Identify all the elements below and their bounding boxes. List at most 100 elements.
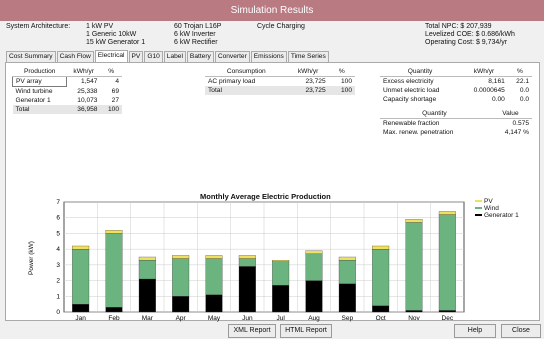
table-row[interactable]: Generator 1 10,073 27 bbox=[13, 96, 123, 105]
bar-segment bbox=[238, 255, 256, 259]
y-tick-label: 1 bbox=[56, 293, 60, 300]
tab-electrical[interactable]: Electrical bbox=[94, 50, 128, 62]
bar-segment bbox=[438, 211, 456, 215]
bar-segment bbox=[72, 303, 90, 313]
col-header: Production bbox=[12, 67, 67, 77]
row-label: Unmet electric load bbox=[383, 87, 440, 94]
bar-segment bbox=[105, 307, 123, 313]
col-header: % bbox=[100, 67, 122, 77]
arch-line-1: 1 kW PV bbox=[86, 23, 114, 30]
tab-label[interactable]: Label bbox=[163, 51, 186, 62]
bar-segment bbox=[205, 258, 223, 295]
help-button[interactable]: Help bbox=[454, 324, 496, 338]
cell-value: 4,147 % bbox=[504, 129, 529, 136]
levelized-coe: Levelized COE: $ 0.686/kWh bbox=[425, 31, 515, 38]
cell-value: 0.0 bbox=[519, 87, 529, 94]
bar-segment bbox=[438, 214, 456, 311]
tab-pv[interactable]: PV bbox=[128, 51, 144, 62]
row-label: Max. renew. penetration bbox=[383, 129, 454, 136]
bar-segment bbox=[372, 248, 390, 306]
cell-value: 100 bbox=[340, 78, 352, 85]
tab-g10[interactable]: G10 bbox=[144, 51, 163, 62]
row-label: Generator 1 bbox=[15, 97, 51, 104]
production-table: Production kWh/yr% PV array 1,547 4 Wind tu… bbox=[11, 67, 123, 114]
tab-battery[interactable]: Battery bbox=[186, 51, 214, 62]
cell-value: 25,338 bbox=[77, 87, 98, 95]
row-label: Total bbox=[205, 86, 288, 95]
cell-value: 100 bbox=[328, 86, 355, 95]
col-header: Value bbox=[488, 109, 532, 119]
table-row[interactable]: PV array 1,547 4 bbox=[11, 76, 123, 87]
bar-segment bbox=[205, 255, 223, 259]
bar-segment bbox=[438, 310, 456, 313]
cell-value: 1,547 bbox=[80, 78, 98, 86]
bar-segment bbox=[205, 294, 223, 313]
bar-segment bbox=[272, 261, 290, 286]
y-tick-label: 6 bbox=[56, 215, 60, 222]
x-tick-label: May bbox=[208, 315, 221, 322]
arch-line-2: 1 Generic 10kW bbox=[86, 31, 137, 38]
table-row[interactable]: AC primary load 23,725 100 bbox=[205, 77, 355, 87]
cell-value: 0.575 bbox=[512, 120, 529, 127]
cell-value: 0.0000645 bbox=[473, 87, 505, 94]
legend-item-pv: PV bbox=[475, 198, 519, 205]
bar-segment bbox=[138, 278, 156, 313]
bar-segment bbox=[305, 250, 323, 255]
bar-segment bbox=[272, 285, 290, 313]
tab-cost-summary[interactable]: Cost Summary bbox=[6, 51, 56, 62]
y-tick-label: 5 bbox=[56, 230, 60, 237]
xml-report-button[interactable]: XML Report bbox=[228, 324, 276, 338]
col-header: % bbox=[507, 67, 532, 77]
x-tick-label: Jul bbox=[277, 315, 286, 322]
tab-time-series[interactable]: Time Series bbox=[287, 51, 329, 62]
cell-value: 23,725 bbox=[287, 86, 329, 95]
legend-label: PV bbox=[484, 198, 493, 205]
legend-item-generator: Generator 1 bbox=[475, 212, 519, 219]
arch-col2-2: 6 kW Inverter bbox=[174, 31, 216, 38]
bar-segment bbox=[372, 245, 390, 250]
x-tick-label: Feb bbox=[108, 315, 120, 322]
bar-segment bbox=[338, 259, 356, 284]
tab-cash-flow[interactable]: Cash Flow bbox=[56, 51, 94, 62]
total-npc: Total NPC: $ 207,939 bbox=[425, 23, 492, 30]
row-label: PV array bbox=[11, 76, 68, 87]
bar-segment bbox=[305, 280, 323, 313]
tab-emissions[interactable]: Emissions bbox=[250, 51, 287, 62]
close-button[interactable]: Close bbox=[501, 324, 541, 338]
bar-segment bbox=[338, 283, 356, 313]
dispatch-strategy: Cycle Charging bbox=[257, 23, 305, 30]
cell-value: 0.0 bbox=[519, 96, 529, 103]
tab-converter[interactable]: Converter bbox=[214, 51, 250, 62]
col-header: % bbox=[328, 67, 355, 77]
x-tick-label: Mar bbox=[142, 315, 154, 322]
table-row[interactable]: Excess electricity 8,161 22.1 bbox=[380, 77, 532, 87]
bar-segment bbox=[138, 256, 156, 261]
cell-value: 27 bbox=[111, 97, 119, 104]
col-header: kWh/yr bbox=[66, 67, 101, 77]
bar-segment bbox=[405, 310, 423, 313]
x-tick-label: Oct bbox=[376, 315, 386, 322]
bar-segment bbox=[338, 256, 356, 261]
table-row[interactable]: Max. renew. penetration 4,147 % bbox=[380, 128, 532, 137]
y-axis-label: Power (kW) bbox=[28, 241, 35, 275]
bar-segment bbox=[72, 245, 90, 250]
col-header: Quantity bbox=[380, 109, 489, 119]
html-report-button[interactable]: HTML Report bbox=[280, 324, 332, 338]
table-row[interactable]: Total 23,725 100 bbox=[205, 86, 355, 95]
cell-value: 100 bbox=[100, 105, 122, 114]
bar-segment bbox=[172, 296, 190, 313]
window-title: Simulation Results bbox=[230, 5, 314, 16]
table-row[interactable]: Capacity shortage 0.00 0.0 bbox=[380, 95, 532, 104]
table-row[interactable]: Total 36,958 100 bbox=[12, 105, 122, 114]
table-row[interactable]: Renewable fraction 0.575 bbox=[380, 119, 532, 129]
legend-item-wind: Wind bbox=[475, 205, 519, 212]
table-row[interactable]: Wind turbine 25,338 69 bbox=[13, 87, 123, 97]
system-architecture-label: System Architecture: bbox=[6, 23, 71, 30]
bar-segment bbox=[305, 253, 323, 281]
row-label: Excess electricity bbox=[383, 78, 434, 85]
cell-value: 23,725 bbox=[305, 78, 326, 85]
cell-value: 0.00 bbox=[491, 96, 505, 103]
y-tick-label: 2 bbox=[56, 278, 60, 285]
table-row[interactable]: Unmet electric load 0.0000645 0.0 bbox=[380, 86, 532, 95]
bar-segment bbox=[238, 258, 256, 267]
